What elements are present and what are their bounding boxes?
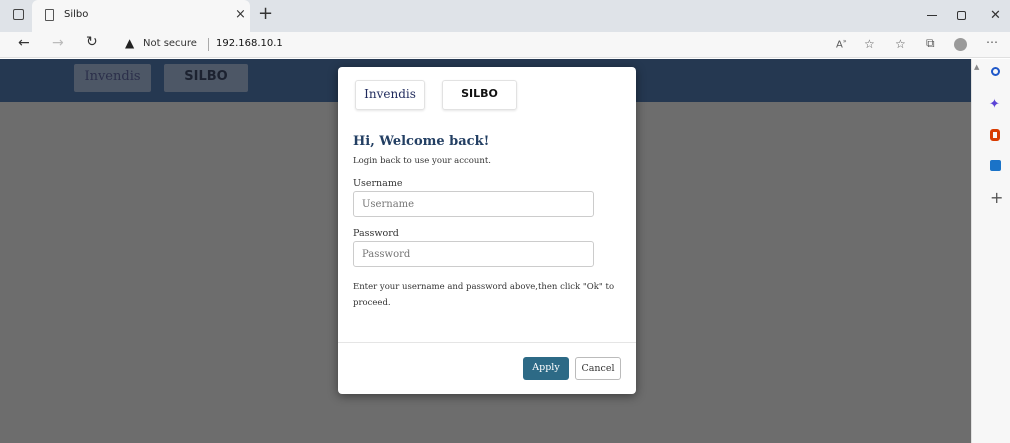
refresh-icon[interactable]: ↻ (86, 34, 98, 50)
help-text: Enter your username and password above,t… (353, 282, 615, 308)
browser-sidebar: ▲ ✦ + (971, 59, 1010, 443)
tab-title: Silbo (64, 9, 89, 20)
favorites-icon[interactable]: ☆ (895, 37, 906, 51)
page-icon (45, 9, 54, 21)
read-aloud-icon[interactable]: A» (836, 38, 847, 50)
cancel-button[interactable]: Cancel (575, 357, 621, 380)
apply-button[interactable]: Apply (523, 357, 569, 380)
modal-title: Hi, Welcome back! (353, 134, 490, 149)
minimize-icon[interactable] (927, 15, 937, 16)
warning-icon: ▲ (125, 36, 135, 50)
url-box[interactable]: ▲ Not secure 192.168.10.1 (115, 35, 815, 55)
url-divider (208, 38, 209, 51)
office-icon[interactable] (990, 129, 1000, 141)
password-input[interactable] (353, 241, 594, 267)
tab-actions-icon[interactable] (13, 9, 24, 20)
password-label: Password (353, 228, 399, 239)
back-icon[interactable]: ← (18, 35, 30, 51)
address-bar: ← → ↻ ▲ Not secure 192.168.10.1 A» ☆ ☆ ⧉… (0, 32, 1010, 58)
forward-icon: → (52, 35, 64, 51)
browser-tab[interactable]: Silbo × (32, 0, 250, 32)
search-icon[interactable] (991, 67, 1000, 76)
add-icon[interactable]: + (990, 188, 1003, 207)
not-secure-label[interactable]: Not secure (143, 38, 197, 49)
scroll-up-icon[interactable]: ▲ (974, 63, 979, 71)
modal-divider (338, 342, 636, 343)
url-text[interactable]: 192.168.10.1 (216, 38, 283, 49)
invendis-logo: Invendis (74, 64, 151, 92)
modal-silbo-logo: SILBO (442, 80, 517, 110)
close-tab-icon[interactable]: × (235, 7, 246, 22)
profile-icon[interactable] (954, 38, 967, 51)
more-icon[interactable]: ⋯ (986, 35, 998, 49)
modal-invendis-logo: Invendis (355, 80, 425, 110)
username-label: Username (353, 178, 403, 189)
login-modal: Invendis SILBO Hi, Welcome back! Login b… (338, 67, 636, 394)
modal-subtitle: Login back to use your account. (353, 156, 491, 166)
collections-icon[interactable]: ⧉ (926, 36, 935, 51)
copilot-icon[interactable]: ✦ (989, 97, 1000, 112)
silbo-logo: SILBO (164, 64, 248, 92)
page-content: Invendis SILBO Invendis SILBO Hi, Welcom… (0, 59, 971, 443)
restore-icon[interactable] (957, 11, 966, 20)
close-window-icon[interactable]: ✕ (990, 8, 1001, 23)
username-input[interactable] (353, 191, 594, 217)
new-tab-button[interactable]: + (258, 3, 273, 24)
outlook-icon[interactable] (990, 160, 1001, 171)
tab-bar: Silbo × + ✕ (0, 0, 1010, 32)
favorite-icon[interactable]: ☆ (864, 37, 875, 51)
